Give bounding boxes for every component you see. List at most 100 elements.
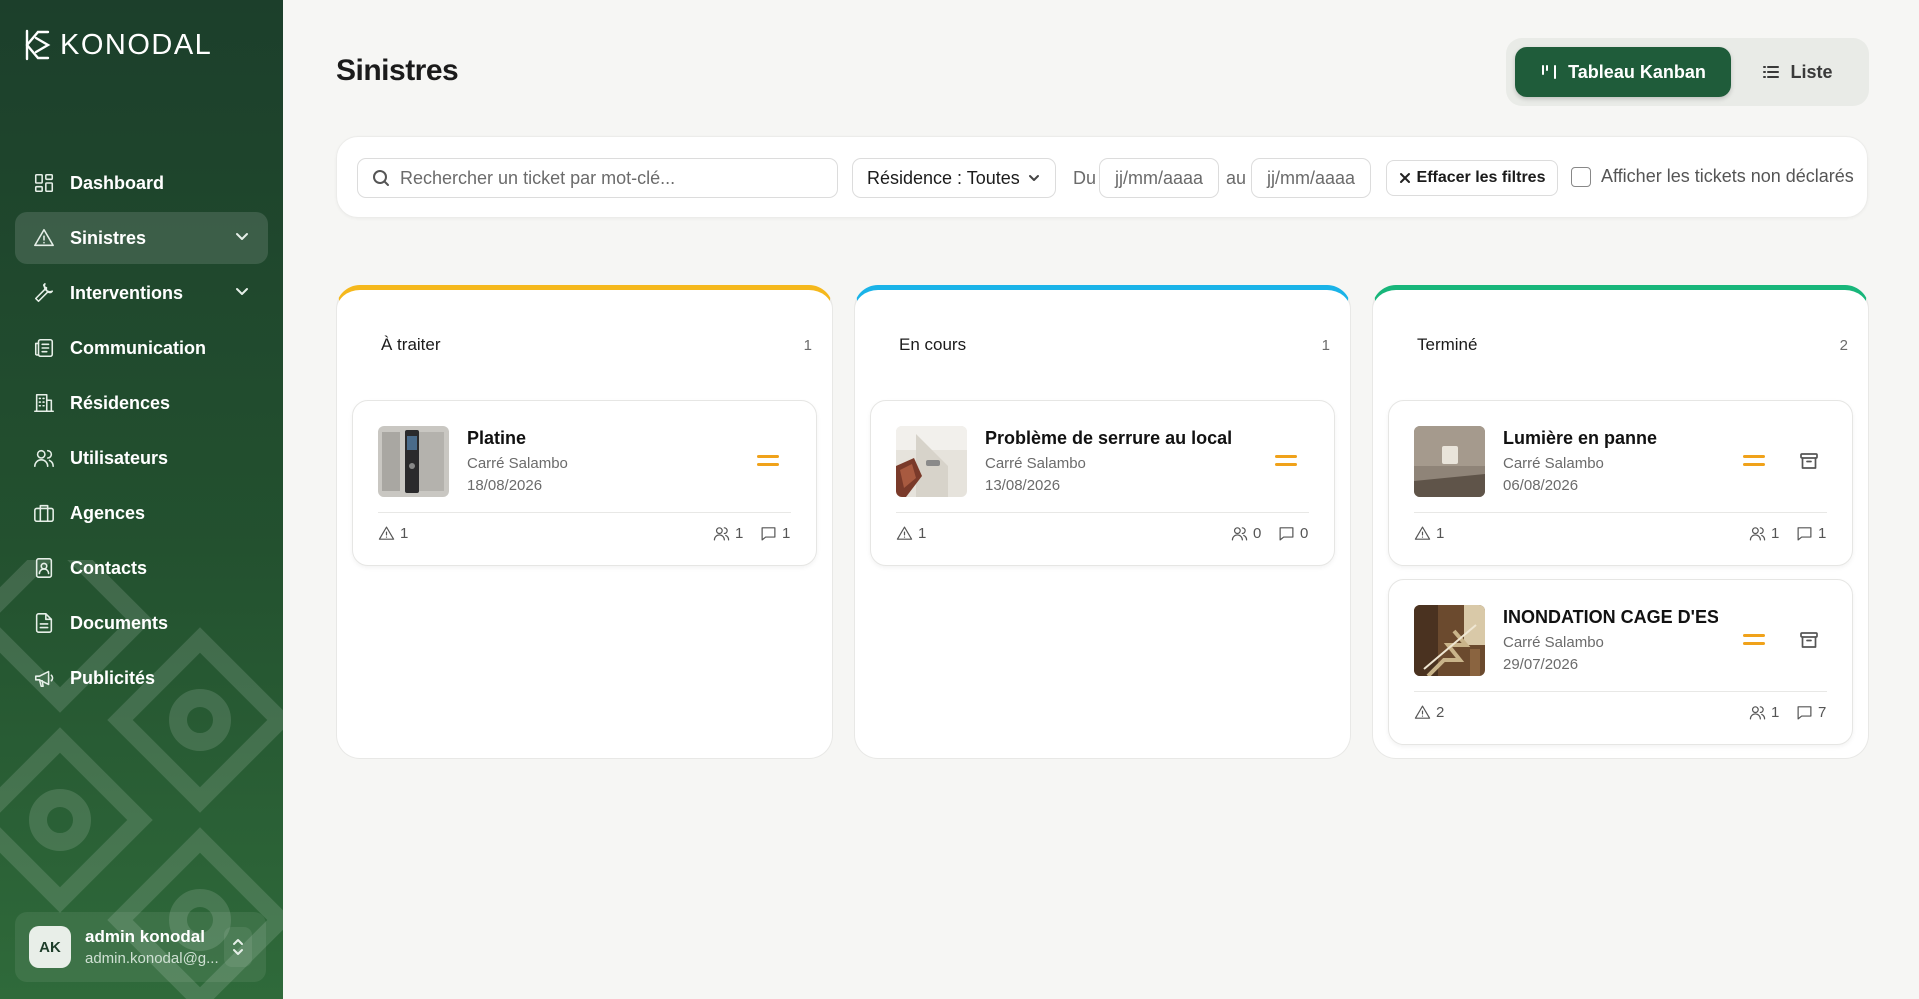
undeclared-toggle[interactable]: Afficher les tickets non déclarés: [1571, 166, 1854, 187]
incident-count: 1: [400, 525, 409, 542]
users-icon: [1231, 527, 1248, 541]
brand-logo[interactable]: KONODAL: [24, 28, 212, 62]
warning-icon: [33, 227, 55, 249]
sidebar-item-sinistres[interactable]: Sinistres: [15, 212, 268, 264]
ticket-residence: Carré Salambo: [467, 455, 568, 472]
archive-icon[interactable]: [1799, 451, 1819, 471]
user-name: admin konodal: [85, 927, 205, 946]
kanban-column-termine: Terminé 2 Lumière en panne Carré Salambo…: [1372, 285, 1869, 759]
sidebar-item-label: Agences: [70, 502, 146, 523]
priority-medium-icon: [1275, 455, 1297, 467]
search-input[interactable]: [400, 167, 830, 189]
dashboard-icon: [33, 172, 55, 194]
incident-count: 1: [1436, 525, 1445, 542]
sidebar-item-publicites[interactable]: Publicités: [15, 652, 268, 704]
megaphone-icon: [33, 667, 55, 689]
ticket-card[interactable]: Lumière en panne Carré Salambo 06/08/202…: [1388, 400, 1853, 566]
ticket-date: 18/08/2026: [467, 477, 543, 494]
list-view-label: Liste: [1790, 61, 1833, 82]
ticket-date: 06/08/2026: [1503, 477, 1579, 494]
page-title: Sinistres: [336, 54, 459, 87]
konodal-logo-icon: [25, 29, 51, 61]
sidebar-item-communication[interactable]: Communication: [15, 322, 268, 374]
undeclared-checkbox[interactable]: [1571, 166, 1591, 187]
avatar: AK: [29, 926, 71, 968]
ticket-incidents: 1: [378, 525, 408, 542]
view-toggle: Tableau Kanban Liste: [1506, 38, 1869, 106]
date-to-input[interactable]: jj/mm/aaaa: [1251, 158, 1371, 198]
chevron-down-icon[interactable]: [234, 228, 250, 249]
ticket-title: Platine: [467, 428, 527, 448]
comment-count: 1: [1818, 525, 1827, 542]
sidebar-item-interventions[interactable]: Interventions: [15, 267, 268, 319]
date-to-label: au: [1226, 168, 1247, 188]
warning-icon: [378, 526, 395, 540]
ticket-thumbnail: [378, 426, 449, 497]
column-title: À traiter: [381, 335, 441, 354]
sidebar-item-label: Publicités: [70, 667, 156, 688]
archive-icon[interactable]: [1799, 630, 1819, 650]
column-title: En cours: [899, 335, 967, 354]
sidebar-item-label: Sinistres: [70, 227, 147, 248]
ticket-divider: [1414, 512, 1827, 513]
building-icon: [33, 392, 55, 414]
chevron-up-down-icon[interactable]: [224, 927, 252, 967]
ticket-divider: [378, 512, 791, 513]
chevron-down-icon[interactable]: [234, 283, 250, 304]
brand-name: KONODAL: [60, 28, 213, 61]
sidebar-item-utilisateurs[interactable]: Utilisateurs: [15, 432, 268, 484]
search-icon: [373, 170, 389, 186]
ticket-card[interactable]: Problème de serrure au local Carré Salam…: [870, 400, 1335, 566]
incident-count: 2: [1436, 704, 1445, 721]
sidebar-item-label: Communication: [70, 337, 207, 358]
date-from-input[interactable]: jj/mm/aaaa: [1099, 158, 1219, 198]
sidebar-item-residences[interactable]: Résidences: [15, 377, 268, 429]
ticket-residence: Carré Salambo: [1503, 634, 1604, 651]
ticket-divider: [1414, 691, 1827, 692]
contact-icon: [33, 557, 55, 579]
user-count: 1: [1771, 704, 1780, 721]
sidebar: KONODAL Dashboard Sinistres Intervention…: [0, 0, 283, 999]
ticket-comments: 1: [1796, 525, 1826, 542]
kanban-view-label: Tableau Kanban: [1568, 61, 1706, 82]
clear-filters-button[interactable]: Effacer les filtres: [1386, 160, 1558, 196]
newspaper-icon: [33, 337, 55, 359]
users-icon: [1749, 527, 1766, 541]
ticket-incidents: 1: [1414, 525, 1444, 542]
incident-count: 1: [918, 525, 927, 542]
clear-filters-label: Effacer les filtres: [1416, 169, 1546, 186]
residence-select[interactable]: Résidence : Toutes: [852, 158, 1056, 198]
list-icon: [1763, 66, 1780, 78]
sidebar-item-label: Dashboard: [70, 172, 165, 193]
ticket-title: Lumière en panne: [1503, 428, 1658, 448]
kanban-view-button[interactable]: Tableau Kanban: [1515, 47, 1731, 97]
warning-icon: [1414, 526, 1431, 540]
close-icon: [1399, 173, 1410, 183]
ticket-users: 0: [1231, 525, 1261, 542]
ticket-title: Problème de serrure au local: [985, 428, 1233, 448]
ticket-date: 13/08/2026: [985, 477, 1061, 494]
ticket-date: 29/07/2026: [1503, 656, 1579, 673]
users-icon: [33, 447, 55, 469]
column-count: 1: [803, 337, 812, 354]
search-box: [357, 158, 838, 198]
sidebar-item-documents[interactable]: Documents: [15, 597, 268, 649]
users-icon: [713, 527, 730, 541]
column-count: 2: [1839, 337, 1848, 354]
sidebar-item-contacts[interactable]: Contacts: [15, 542, 268, 594]
column-count: 1: [1321, 337, 1330, 354]
ticket-thumbnail: [1414, 426, 1485, 497]
list-view-button[interactable]: Liste: [1735, 47, 1860, 97]
ticket-card[interactable]: Platine Carré Salambo 18/08/2026 1 1 1: [352, 400, 817, 566]
sidebar-item-label: Résidences: [70, 392, 171, 413]
user-menu[interactable]: AK admin konodal admin.konodal@g...: [15, 912, 266, 982]
ticket-thumbnail: [896, 426, 967, 497]
sidebar-nav: Dashboard Sinistres Interventions Commun…: [15, 157, 268, 707]
user-count: 1: [735, 525, 744, 542]
sidebar-item-label: Interventions: [70, 282, 184, 303]
sidebar-item-agences[interactable]: Agences: [15, 487, 268, 539]
user-email: admin.konodal@g...: [85, 950, 219, 967]
ticket-card[interactable]: INONDATION CAGE D'ES... Carré Salambo 29…: [1388, 579, 1853, 745]
sidebar-item-dashboard[interactable]: Dashboard: [15, 157, 268, 209]
residence-select-value: Résidence : Toutes: [867, 167, 1020, 188]
